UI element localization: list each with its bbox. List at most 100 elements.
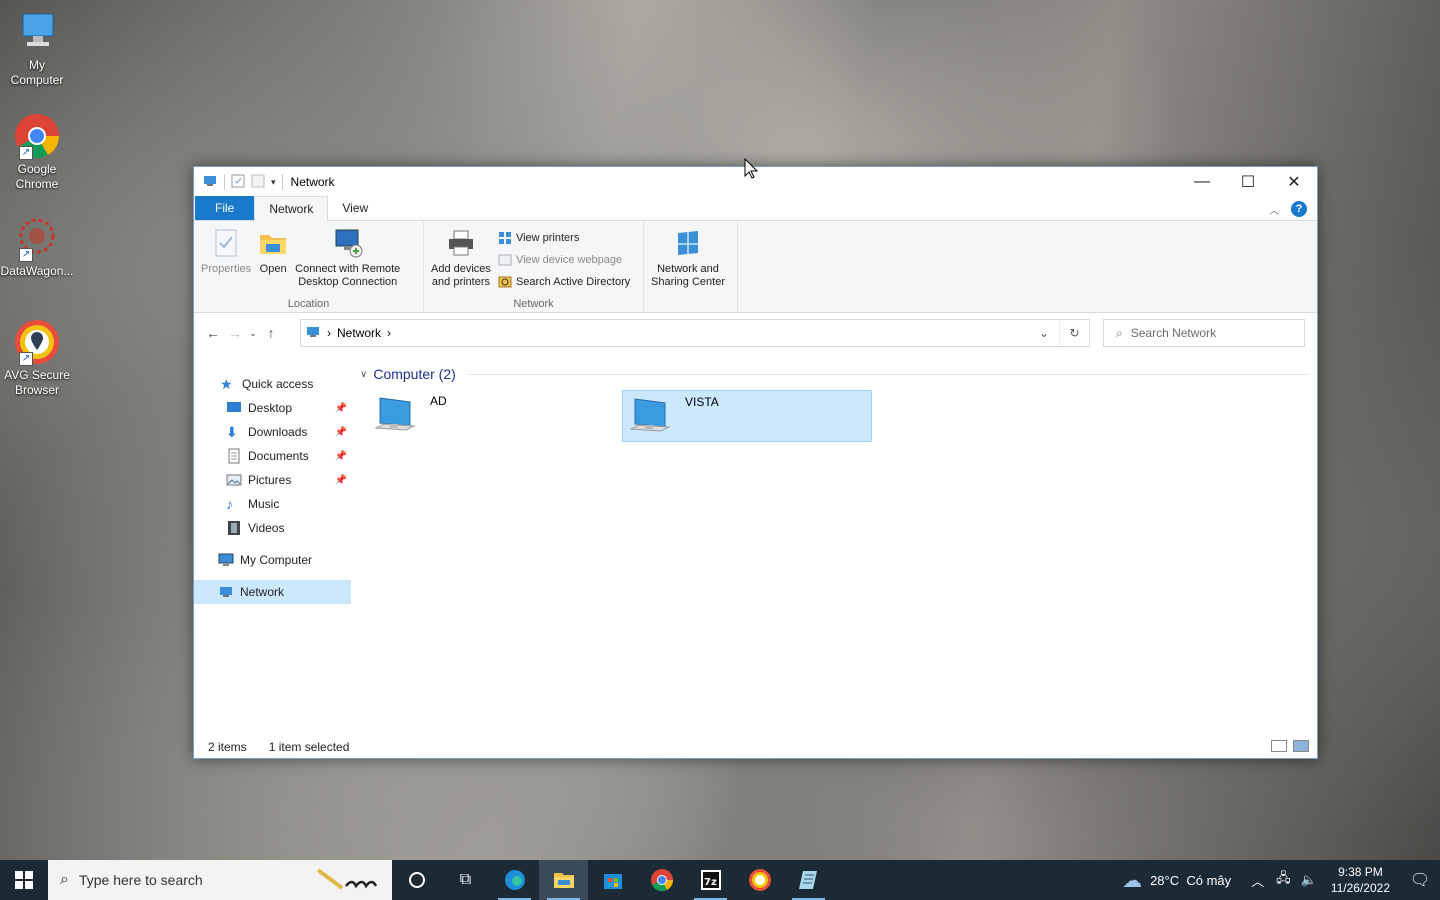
show-hidden-icons-chevron-icon[interactable]: ︿ — [1251, 871, 1264, 890]
nav-label: Music — [248, 497, 280, 511]
desktop-icon-google-chrome[interactable]: ↗ Google Chrome — [0, 112, 74, 192]
weather-text[interactable]: 28°C Có mây — [1150, 873, 1231, 888]
cloud-icon: ☁ — [1122, 869, 1143, 892]
details-view-icon[interactable] — [1271, 740, 1287, 752]
window-title: Network — [290, 175, 335, 189]
start-button[interactable] — [0, 860, 48, 900]
collapse-chevron-icon[interactable]: ∨ — [360, 369, 367, 380]
desktop-icon-avg-secure-browser[interactable]: ↗ AVG Secure Browser — [0, 318, 74, 398]
notification-icon[interactable]: 🗨 — [1400, 870, 1440, 890]
desktop-icon-label: DataWagon... — [0, 264, 74, 278]
computer-icon — [629, 398, 671, 432]
tab-network[interactable]: Network — [254, 196, 329, 221]
up-arrow-icon[interactable]: ↑ — [260, 325, 282, 341]
collapse-ribbon-chevron-icon[interactable]: ︿ — [1269, 202, 1279, 217]
address-bar[interactable]: › Network › ⌄ ↻ — [300, 319, 1090, 347]
pin-icon[interactable]: 📌 — [335, 427, 347, 438]
windows-logo-icon — [15, 871, 33, 889]
search-active-directory-label: Search Active Directory — [515, 275, 631, 288]
view-device-webpage-button[interactable]: View device webpage — [498, 251, 630, 268]
add-devices-label-1: Add devices — [431, 263, 491, 275]
connect-remote-label-2: Desktop Connection — [298, 276, 398, 288]
mouse-cursor-icon — [744, 158, 758, 179]
view-printers-icon — [498, 231, 511, 244]
search-box[interactable]: ⌕ Search Network — [1103, 319, 1305, 347]
taskbar-search-placeholder: Type here to search — [78, 872, 203, 888]
file-explorer-window: ▾ Network — ☐ ✕ File Network View ︿ ? Pr… — [193, 166, 1318, 759]
breadcrumb-separator[interactable]: › — [387, 326, 391, 340]
taskbar-search-box[interactable]: ⌕ Type here to search — [48, 860, 392, 900]
desktop-icon-my-computer[interactable]: My Computer — [0, 8, 74, 88]
avg-browser-icon — [748, 869, 771, 891]
close-icon[interactable]: ✕ — [1271, 167, 1317, 197]
desktop-icon-label: Computer — [10, 73, 64, 87]
help-icon[interactable]: ? — [1291, 201, 1307, 217]
ribbon-group-label: Network — [513, 298, 554, 310]
nav-music[interactable]: ♪ Music — [194, 492, 351, 516]
breadcrumb-separator[interactable]: › — [327, 326, 331, 340]
pin-icon[interactable]: 📌 — [335, 451, 347, 462]
music-icon: ♪ — [226, 496, 233, 512]
chrome-icon: ↗ — [13, 112, 61, 160]
address-history-chevron-icon[interactable]: ⌄ — [1029, 320, 1059, 346]
chrome-icon — [650, 869, 673, 892]
taskbar-avg-browser[interactable] — [735, 860, 784, 900]
network-item-vista[interactable]: VISTA — [622, 390, 872, 442]
minimize-icon[interactable]: — — [1179, 167, 1225, 197]
add-devices-label-2: and printers — [431, 276, 491, 288]
nav-label: Pictures — [248, 473, 292, 487]
breadcrumb-network[interactable]: Network — [337, 326, 381, 340]
network-icon — [202, 173, 218, 192]
back-arrow-icon[interactable]: ← — [202, 325, 224, 341]
nav-label: Documents — [248, 449, 309, 463]
refresh-icon[interactable]: ↻ — [1059, 320, 1089, 346]
taskbar-edge[interactable] — [490, 860, 539, 900]
view-printers-button[interactable]: View printers — [498, 229, 630, 246]
customize-qat-chevron-icon[interactable]: ▾ — [271, 177, 276, 188]
tab-file[interactable]: File — [195, 196, 255, 220]
nav-videos[interactable]: Videos — [194, 516, 351, 540]
taskbar-notepad[interactable] — [784, 860, 833, 900]
nav-downloads[interactable]: ⬇ Downloads 📌 — [194, 420, 351, 444]
nav-my-computer[interactable]: My Computer — [194, 548, 351, 572]
view-printers-label: View printers — [515, 231, 580, 244]
search-active-directory-button[interactable]: Search Active Directory — [498, 273, 630, 290]
tab-view[interactable]: View — [328, 196, 382, 220]
nav-desktop[interactable]: Desktop 📌 — [194, 396, 351, 420]
taskbar-file-explorer[interactable] — [539, 860, 588, 900]
view-toggles — [1271, 740, 1309, 752]
recent-locations-chevron-icon[interactable]: ⌄ — [246, 328, 260, 339]
network-sharing-center-button[interactable]: Network and Sharing Center — [648, 225, 728, 313]
pin-icon[interactable]: 📌 — [335, 403, 347, 414]
nav-documents[interactable]: Documents 📌 — [194, 444, 351, 468]
properties-qat-icon[interactable] — [231, 174, 245, 191]
network-sharing-icon — [678, 231, 698, 255]
forward-arrow-icon[interactable]: → — [224, 325, 246, 341]
taskbar-7zip[interactable]: 7z — [686, 860, 735, 900]
group-header-label: Computer (2) — [373, 366, 456, 382]
taskbar-store[interactable] — [588, 860, 637, 900]
nav-quick-access[interactable]: ★ Quick access — [194, 372, 351, 396]
network-item-ad[interactable]: AD — [368, 390, 618, 442]
pin-icon[interactable]: 📌 — [335, 475, 347, 486]
selection-count: 1 item selected — [268, 740, 350, 754]
network-tray-icon[interactable]: 🖧 — [1276, 869, 1291, 891]
nav-pictures[interactable]: Pictures 📌 — [194, 468, 351, 492]
window-controls: — ☐ ✕ — [1179, 167, 1317, 197]
task-view-button[interactable]: ⧉ — [441, 860, 490, 900]
pictures-icon — [226, 474, 242, 486]
7zip-icon: 7z — [700, 870, 721, 890]
monitor-icon — [13, 8, 61, 56]
nav-network[interactable]: Network — [194, 580, 351, 604]
taskbar-chrome[interactable] — [637, 860, 686, 900]
desktop-icon-datawagon[interactable]: ↗ DataWagon... — [0, 214, 74, 279]
group-header-computer[interactable]: ∨ Computer (2) — [360, 364, 1309, 384]
cortana-button[interactable] — [392, 860, 441, 900]
clock[interactable]: 9:38 PM 11/26/2022 — [1321, 864, 1400, 896]
volume-icon[interactable]: 🔈 — [1301, 872, 1317, 888]
new-folder-qat-icon[interactable] — [251, 174, 265, 191]
star-icon: ★ — [220, 376, 233, 392]
maximize-icon[interactable]: ☐ — [1225, 167, 1271, 197]
large-icons-view-icon[interactable] — [1293, 740, 1309, 752]
nav-label: Downloads — [248, 425, 308, 439]
